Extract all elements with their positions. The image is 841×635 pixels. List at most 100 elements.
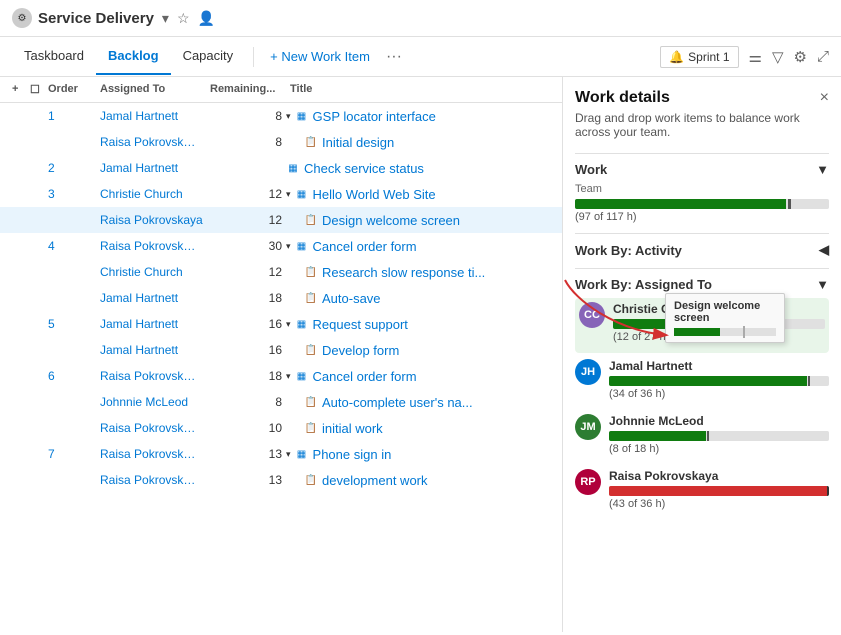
work-by-activity-header[interactable]: Work By: Activity ◀ bbox=[575, 233, 829, 258]
title-cell[interactable]: ▾ ▦ Phone sign in bbox=[286, 447, 554, 462]
title-cell[interactable]: ▾ ▦ GSP locator interface bbox=[286, 109, 554, 124]
assigned-row-johnnie: JM Johnnie McLeod (8 of 18 h) bbox=[575, 414, 829, 461]
work-by-activity-section: Work By: Activity ◀ bbox=[575, 233, 829, 258]
nav-right: 🔔 Sprint 1 ⚌ ▽ ⚙ ⤢ bbox=[660, 46, 829, 68]
tooltip-bar-fill bbox=[674, 328, 720, 336]
raisa-progress-bar bbox=[609, 486, 829, 496]
raisa-progress-label: (43 of 36 h) bbox=[609, 498, 829, 510]
col-order: Order bbox=[44, 81, 96, 98]
close-button[interactable]: × bbox=[820, 89, 829, 107]
team-label: Team bbox=[575, 183, 829, 195]
johnnie-progress-bar bbox=[609, 431, 829, 441]
avatar-jamal: JH bbox=[575, 359, 601, 385]
tab-taskboard[interactable]: Taskboard bbox=[12, 38, 96, 75]
task-icon: 📋 bbox=[304, 473, 318, 487]
table-row[interactable]: Jamal Hartnett 18 📋 Auto-save bbox=[0, 285, 562, 311]
title-cell[interactable]: 📋 Auto-complete user's na... bbox=[286, 395, 554, 410]
tab-backlog[interactable]: Backlog bbox=[96, 38, 171, 75]
table-row[interactable]: Jamal Hartnett 16 📋 Develop form bbox=[0, 337, 562, 363]
assigned-name-johnnie: Johnnie McLeod bbox=[609, 414, 829, 428]
nav-divider bbox=[253, 47, 254, 67]
title-cell[interactable]: 📋 Develop form bbox=[286, 343, 554, 358]
work-by-assigned-label: Work By: Assigned To bbox=[575, 277, 712, 292]
task-icon: 📋 bbox=[304, 213, 318, 227]
collapse-assigned-icon[interactable]: ▼ bbox=[816, 277, 829, 292]
chevron-icon: ▾ bbox=[286, 319, 291, 330]
table-row[interactable]: Raisa Pokrovskaya 10 📋 initial work bbox=[0, 415, 562, 441]
filter-icon[interactable]: ▽ bbox=[772, 48, 784, 66]
table-row[interactable]: 5 Jamal Hartnett 16 ▾ ▦ Request support bbox=[0, 311, 562, 337]
sprint-label: Sprint 1 bbox=[688, 50, 729, 64]
task-icon: 📋 bbox=[304, 395, 318, 409]
story-icon: ▦ bbox=[295, 317, 309, 331]
tab-capacity[interactable]: Capacity bbox=[171, 38, 246, 75]
title-cell[interactable]: ▦ Check service status bbox=[286, 161, 554, 176]
team-progress-label: (97 of 117 h) bbox=[575, 211, 829, 223]
table-row[interactable]: 7 Raisa Pokrovskaya 13 ▾ ▦ Phone sign in bbox=[0, 441, 562, 467]
table-row[interactable]: 3 Christie Church 12 ▾ ▦ Hello World Web… bbox=[0, 181, 562, 207]
title-cell[interactable]: ▾ ▦ Hello World Web Site bbox=[286, 187, 554, 202]
story-icon: ▦ bbox=[295, 447, 309, 461]
task-icon: 📋 bbox=[304, 135, 318, 149]
story-icon: ▦ bbox=[295, 109, 309, 123]
chevron-icon: ▾ bbox=[286, 371, 291, 382]
table-row[interactable]: 1 Jamal Hartnett 8 ▾ ▦ GSP locator inter… bbox=[0, 103, 562, 129]
table-row[interactable]: 4 Raisa Pokrovskaya 30 ▾ ▦ Cancel order … bbox=[0, 233, 562, 259]
tooltip-title: Design welcome screen bbox=[674, 300, 776, 324]
assigned-name: Raisa Pokrovskaya bbox=[100, 213, 203, 227]
assigned-info-johnnie: Johnnie McLeod (8 of 18 h) bbox=[609, 414, 829, 461]
team-progress-bar bbox=[575, 199, 829, 209]
expand-icon[interactable]: ⤢ bbox=[817, 48, 829, 65]
title-cell[interactable]: ▾ ▦ Cancel order form bbox=[286, 369, 554, 384]
table-row[interactable]: Raisa Pokrovskaya ··· 12 📋 Design welcom… bbox=[0, 207, 562, 233]
table-row[interactable]: 6 Raisa Pokrovskaya 18 ▾ ▦ Cancel order … bbox=[0, 363, 562, 389]
jamal-progress-fill bbox=[609, 376, 807, 386]
title-cell[interactable]: ▾ ▦ Request support bbox=[286, 317, 554, 332]
settings-icon[interactable]: ⚙ bbox=[794, 48, 807, 66]
chevron-icon: ▾ bbox=[286, 241, 291, 252]
work-section-header[interactable]: Work ▼ bbox=[575, 153, 829, 177]
col-assigned: Assigned To bbox=[96, 81, 206, 98]
collapse-activity-icon[interactable]: ◀ bbox=[819, 242, 829, 258]
avatar-raisa: RP bbox=[575, 469, 601, 495]
title-cell[interactable]: 📋 Design welcome screen bbox=[286, 213, 554, 228]
chevron-icon: ▾ bbox=[286, 189, 291, 200]
work-details-subtitle: Drag and drop work items to balance work… bbox=[575, 111, 829, 139]
assigned-name-raisa: Raisa Pokrovskaya bbox=[609, 469, 829, 483]
title-cell[interactable]: 📋 Auto-save bbox=[286, 291, 554, 306]
work-details-panel: Work details × Drag and drop work items … bbox=[563, 77, 841, 632]
chevron-down-icon[interactable]: ▾ bbox=[162, 10, 169, 27]
col-title: Title bbox=[286, 81, 554, 98]
table-row[interactable]: Raisa Pokrovskaya 13 📋 development work bbox=[0, 467, 562, 493]
collapse-icon[interactable]: ▼ bbox=[816, 162, 829, 177]
work-section: Work ▼ Team (97 of 117 h) bbox=[575, 153, 829, 223]
person-icon[interactable]: 👤 bbox=[198, 10, 215, 27]
table-row[interactable]: 2 Jamal Hartnett ▦ Check service status bbox=[0, 155, 562, 181]
table-row[interactable]: Raisa Pokrovskaya 8 📋 Initial design bbox=[0, 129, 562, 155]
star-icon[interactable]: ☆ bbox=[177, 10, 190, 27]
tooltip-popup: Design welcome screen bbox=[665, 293, 785, 343]
filter-settings-icon[interactable]: ⚌ bbox=[749, 48, 762, 66]
new-work-item-button[interactable]: + New Work Item bbox=[262, 43, 378, 70]
task-icon: 📋 bbox=[304, 421, 318, 435]
tooltip-bar bbox=[674, 328, 776, 336]
story-icon: ▦ bbox=[295, 369, 309, 383]
chevron-icon: ▾ bbox=[286, 449, 291, 460]
story-icon: ▦ bbox=[286, 161, 300, 175]
title-cell[interactable]: 📋 development work bbox=[286, 473, 554, 488]
sprint-selector[interactable]: 🔔 Sprint 1 bbox=[660, 46, 738, 68]
avatar-johnnie: JM bbox=[575, 414, 601, 440]
assigned-row-jamal: JH Jamal Hartnett (34 of 36 h) bbox=[575, 359, 829, 406]
title-cell[interactable]: 📋 Research slow response ti... bbox=[286, 265, 554, 280]
table-row[interactable]: Christie Church 12 📋 Research slow respo… bbox=[0, 259, 562, 285]
title-cell[interactable]: 📋 Initial design bbox=[286, 135, 554, 150]
table-row[interactable]: Johnnie McLeod 8 📋 Auto-complete user's … bbox=[0, 389, 562, 415]
app-title: Service Delivery bbox=[38, 10, 154, 27]
table-header: + ☐ Order Assigned To Remaining... Title bbox=[0, 77, 562, 103]
title-cell[interactable]: ▾ ▦ Cancel order form bbox=[286, 239, 554, 254]
work-by-assigned-header[interactable]: Work By: Assigned To ▼ bbox=[575, 268, 829, 292]
title-cell[interactable]: 📋 initial work bbox=[286, 421, 554, 436]
task-icon: 📋 bbox=[304, 291, 318, 305]
top-bar-icons: ▾ ☆ 👤 bbox=[162, 10, 215, 27]
more-options-icon[interactable]: ··· bbox=[378, 44, 410, 70]
